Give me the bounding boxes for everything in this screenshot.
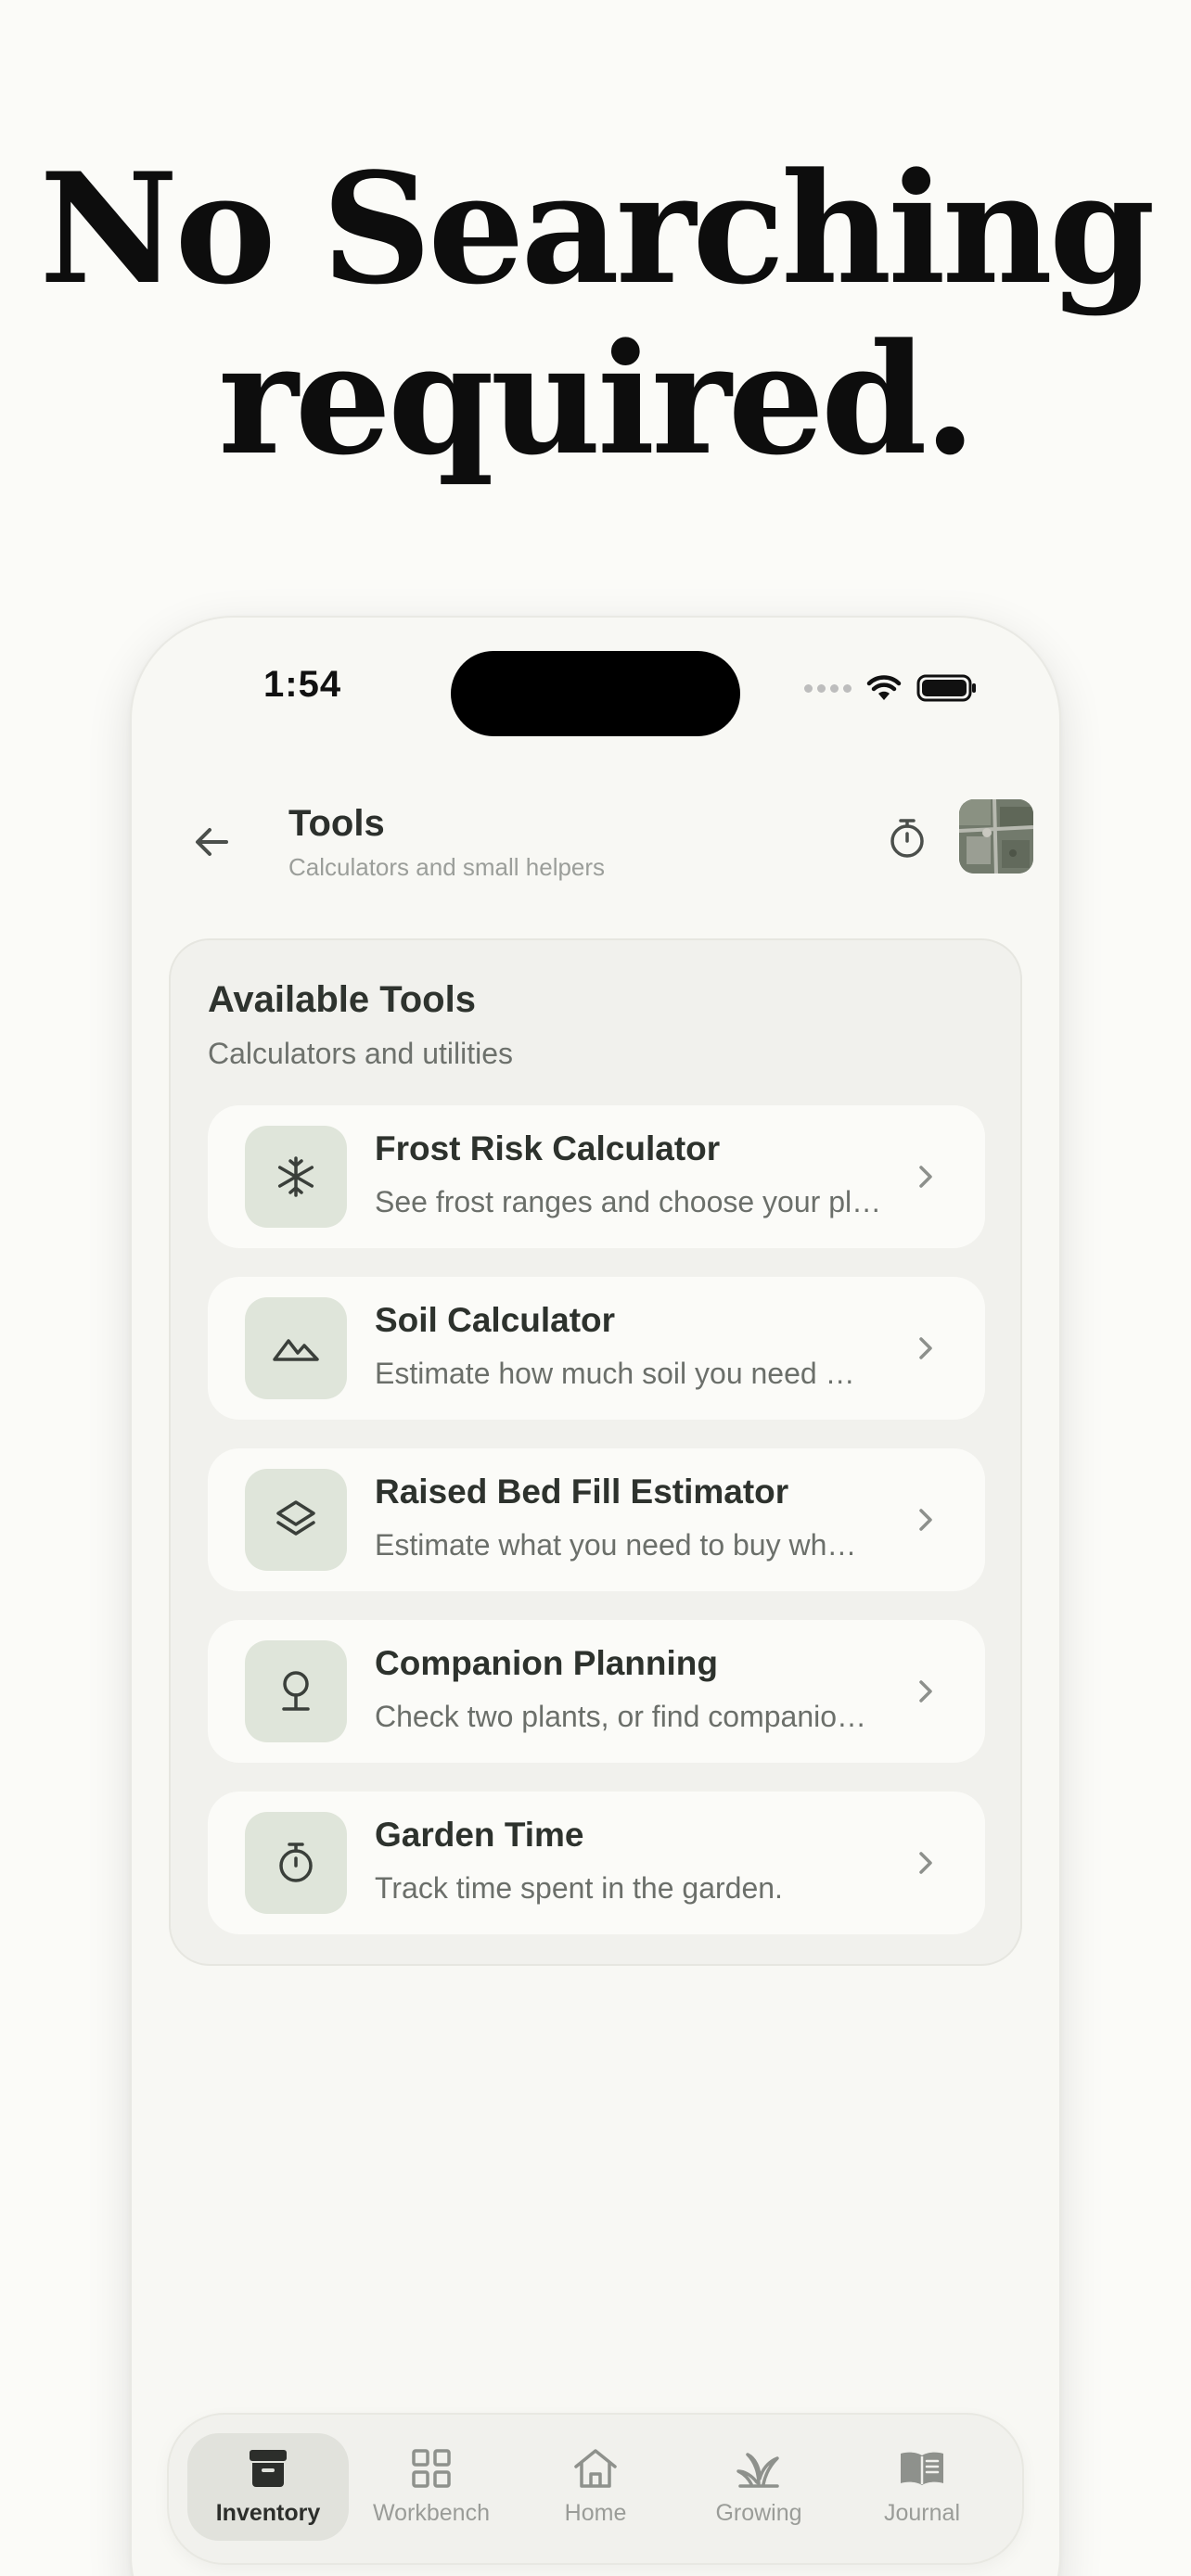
- archive-box-icon: [250, 2450, 287, 2487]
- page-subtitle: Calculators and small helpers: [288, 853, 606, 881]
- tab-label: Workbench: [373, 2500, 490, 2526]
- tool-name: Companion Planning: [375, 1644, 718, 1682]
- sprout-icon: [736, 2453, 779, 2488]
- tab-growing[interactable]: Growing: [678, 2433, 839, 2541]
- card-subtitle: Calculators and utilities: [208, 1037, 514, 1070]
- tool-description: Estimate what you need to buy wh…: [375, 1528, 857, 1562]
- chevron-right-icon: [907, 1158, 944, 1195]
- tool-description: Check two plants, or find companio…: [375, 1700, 867, 1733]
- status-indicators: [804, 673, 978, 703]
- battery-icon: [916, 674, 976, 702]
- tab-label: Home: [564, 2500, 627, 2526]
- mountains-icon: [273, 1339, 319, 1361]
- wifi-icon: [866, 675, 902, 700]
- tab-inventory[interactable]: Inventory: [187, 2433, 349, 2541]
- snowflake-icon: [277, 1156, 314, 1197]
- tab-label: Inventory: [215, 2500, 321, 2526]
- chevron-right-icon: [907, 1844, 944, 1881]
- tab-journal[interactable]: Journal: [841, 2433, 1003, 2541]
- layers-icon: [276, 1500, 315, 1536]
- tool-description: Track time spent in the garden.: [375, 1871, 783, 1905]
- marketing-headline: No Searching required.: [0, 144, 1191, 485]
- status-time: 1:54: [263, 664, 342, 705]
- app-header: Tools Calculators and small helpers: [132, 790, 1059, 892]
- tab-label: Growing: [715, 2500, 802, 2526]
- avatar[interactable]: [959, 799, 1033, 874]
- tool-name: Raised Bed Fill Estimator: [375, 1473, 789, 1511]
- phone-frame: 1:54 Tools Calculators and small helpers…: [132, 618, 1059, 2576]
- tool-name: Soil Calculator: [375, 1301, 616, 1339]
- tool-item-frost-risk-calculator[interactable]: Frost Risk Calculator See frost ranges a…: [208, 1105, 985, 1248]
- tool-icon-tile: [245, 1469, 347, 1571]
- screenshot-page: No Searching required. 1:54 Tools Calcul…: [0, 0, 1191, 2576]
- tree-icon: [282, 1671, 310, 1711]
- available-tools-card: Available Tools Calculators and utilitie…: [169, 938, 1022, 1966]
- satellite-map-avatar: [959, 799, 1033, 874]
- tool-description: Estimate how much soil you need …: [375, 1357, 855, 1390]
- chevron-right-icon: [907, 1501, 944, 1538]
- back-button[interactable]: [186, 816, 237, 868]
- grid-icon: [412, 2449, 451, 2488]
- tool-item-soil-calculator[interactable]: Soil Calculator Estimate how much soil y…: [208, 1277, 985, 1420]
- tab-home[interactable]: Home: [515, 2433, 676, 2541]
- arrow-left-icon: [196, 828, 228, 856]
- house-icon: [574, 2449, 617, 2488]
- headline-line-2: required.: [218, 310, 976, 489]
- stopwatch-icon: [279, 1843, 313, 1882]
- tool-icon-tile: [245, 1126, 347, 1228]
- tab-workbench[interactable]: Workbench: [351, 2433, 512, 2541]
- chevron-right-icon: [907, 1673, 944, 1710]
- tool-name: Frost Risk Calculator: [375, 1129, 721, 1167]
- tool-item-garden-time[interactable]: Garden Time Track time spent in the gard…: [208, 1792, 985, 1934]
- tool-icon-tile: [245, 1812, 347, 1914]
- dynamic-island: [451, 651, 740, 736]
- chevron-right-icon: [907, 1330, 944, 1367]
- headline-line-1: No Searching: [39, 139, 1155, 318]
- stopwatch-icon: [890, 819, 924, 858]
- timer-button[interactable]: [881, 812, 933, 864]
- tool-icon-tile: [245, 1640, 347, 1742]
- tool-item-companion-planning[interactable]: Companion Planning Check two plants, or …: [208, 1620, 985, 1763]
- bottom-tab-bar: Inventory Workbench Home Growing Journal: [169, 2415, 1022, 2563]
- tool-icon-tile: [245, 1297, 347, 1399]
- open-book-icon: [901, 2452, 943, 2485]
- page-title: Tools: [288, 803, 385, 844]
- card-title: Available Tools: [208, 979, 476, 1020]
- tool-name: Garden Time: [375, 1816, 584, 1854]
- tool-item-raised-bed-fill-estimator[interactable]: Raised Bed Fill Estimator Estimate what …: [208, 1448, 985, 1591]
- tool-description: See frost ranges and choose your pl…: [375, 1185, 882, 1218]
- tab-label: Journal: [884, 2500, 960, 2526]
- cellular-signal-icon: [804, 683, 852, 693]
